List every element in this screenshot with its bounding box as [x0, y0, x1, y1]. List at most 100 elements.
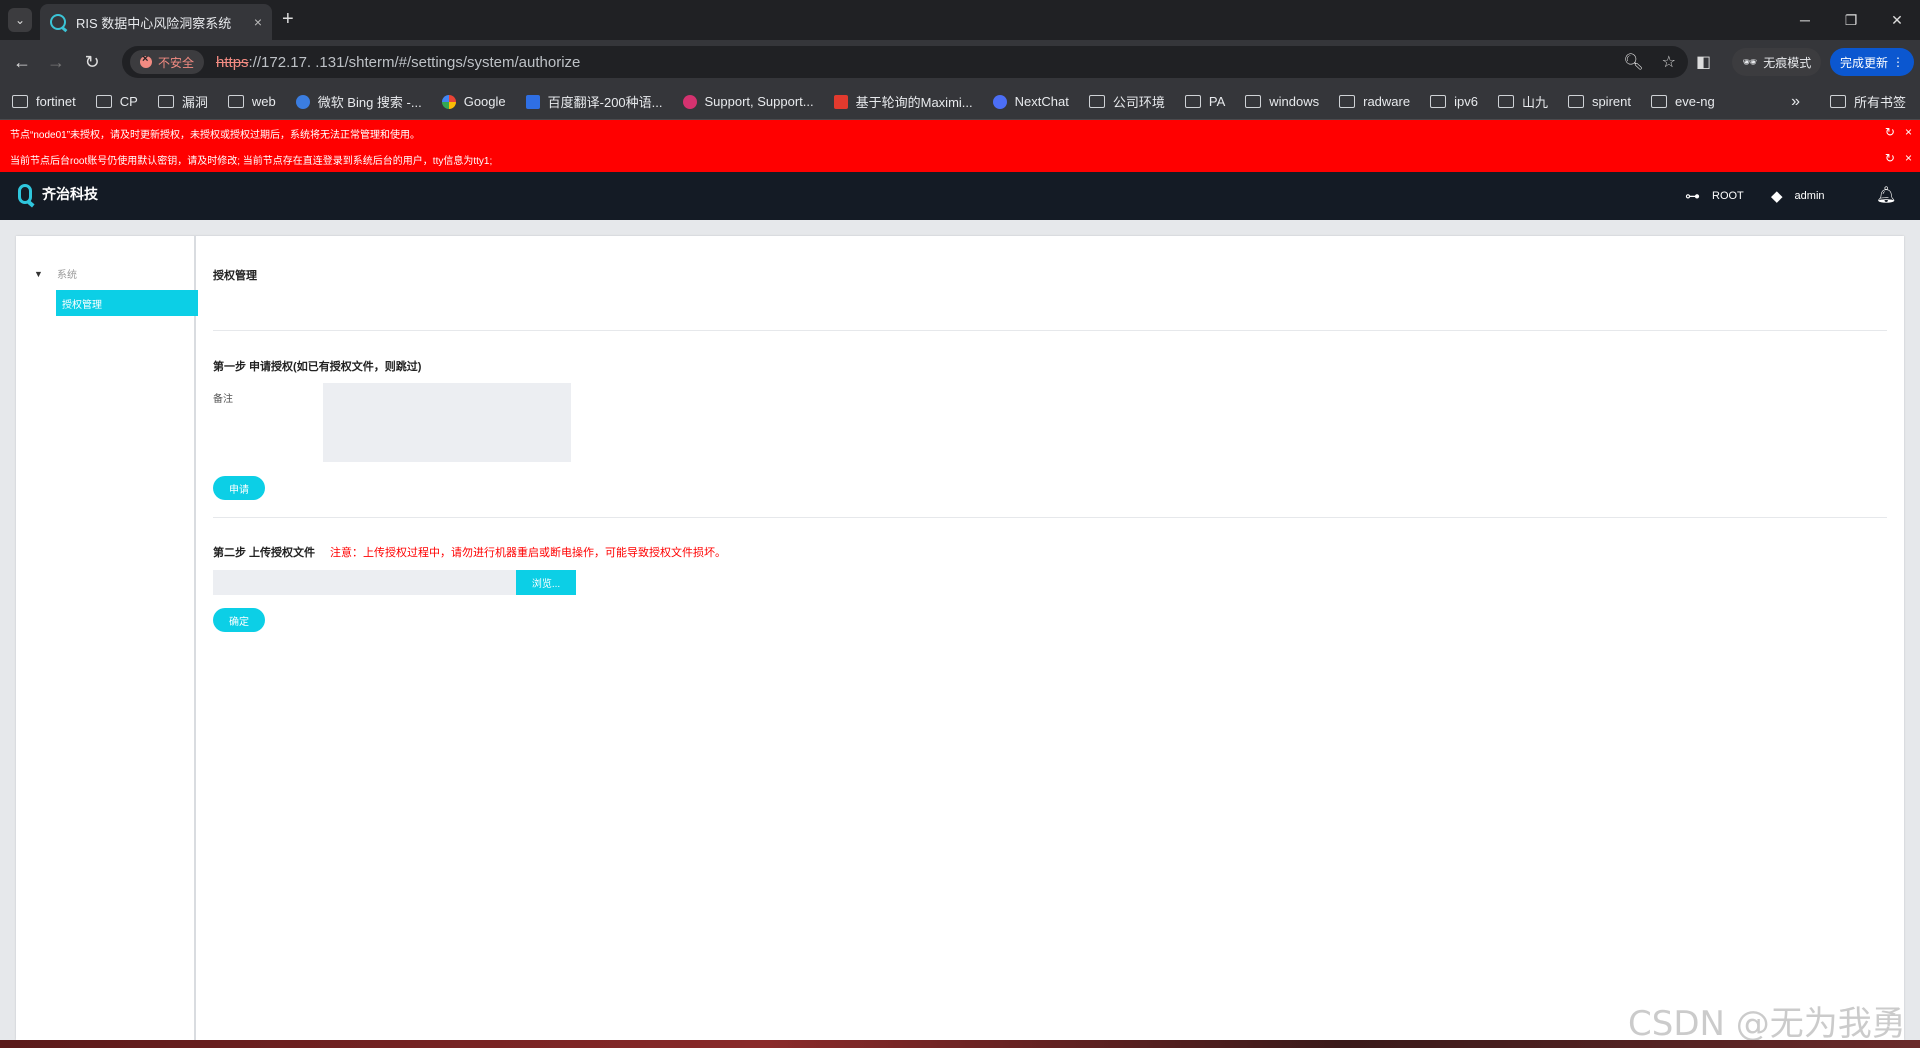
bookmark-item[interactable]: fortinet [12, 94, 76, 109]
folder-icon [157, 95, 174, 108]
incognito-badge[interactable]: 🕶︎ 无痕模式 [1732, 48, 1822, 76]
bookmark-label: 山九 [1521, 95, 1548, 110]
bookmark-item[interactable]: web [227, 94, 276, 109]
sidebar-group-system[interactable]: 系统 [57, 266, 77, 281]
update-button[interactable]: 完成更新 ⋮ [1830, 48, 1914, 76]
watermark: CSDN @无为我勇 [1628, 1004, 1906, 1044]
user-menu[interactable]: ◆ admin [1771, 187, 1825, 205]
window-controls: ─ ❐ ✕ [1782, 0, 1920, 40]
page-title: 授权管理 [213, 270, 257, 282]
incognito-icon: 🕶︎ [1742, 55, 1758, 69]
site-favicon-icon [50, 14, 66, 30]
bookmark-item[interactable]: 基于轮询的Maximi... [833, 92, 973, 111]
bookmark-item[interactable]: 山九 [1497, 92, 1548, 111]
logo-icon [18, 184, 32, 204]
incognito-label: 无痕模式 [1763, 55, 1812, 70]
reload-icon[interactable]: ↻ [80, 50, 104, 74]
bookmark-star-icon[interactable]: ☆ [1662, 52, 1676, 72]
bookmark-item[interactable]: Support, Support... [682, 94, 814, 109]
folder-icon [1650, 95, 1667, 108]
support-icon [682, 94, 697, 109]
bookmark-label: fortinet [36, 94, 76, 109]
alert-text: 节点“node01”未授权，请及时更新授权，未授权或授权过期后，系统将无法正常管… [10, 129, 421, 141]
confirm-button[interactable]: 确定 [213, 608, 265, 632]
bookmark-label: 公司环境 [1112, 95, 1165, 110]
bookmark-item[interactable]: 微软 Bing 搜索 -... [295, 92, 422, 111]
insecure-warning-icon [140, 53, 152, 68]
user-label: admin [1794, 190, 1825, 202]
app-logo[interactable]: 齐治科技 [18, 184, 98, 204]
bookmark-item[interactable]: radware [1339, 94, 1410, 109]
bookmark-label: Google [463, 94, 506, 109]
apply-button[interactable]: 申请 [213, 476, 265, 500]
bookmark-item[interactable]: 公司环境 [1088, 92, 1165, 111]
bookmark-label: 基于轮询的Maximi... [855, 95, 973, 110]
tab-title: RIS 数据中心风险洞察系统 [76, 15, 232, 31]
browser-toolbar: ← → ↻ 不安全 https://172.17. .131/shterm/#/… [0, 40, 1920, 84]
bookmark-item[interactable]: CP [95, 94, 138, 109]
bookmark-label: 微软 Bing 搜索 -... [317, 95, 422, 110]
bookmark-label: ipv6 [1454, 94, 1478, 109]
browse-button[interactable]: 浏览... [516, 570, 576, 595]
logo-text: 齐治科技 [42, 186, 98, 202]
alert-actions: ↻ × [1885, 126, 1912, 138]
all-bookmarks-button[interactable]: 所有书签 [1829, 92, 1906, 111]
file-path-input[interactable] [213, 570, 516, 595]
side-panel-icon[interactable]: ◧ [1696, 52, 1711, 72]
minimize-icon[interactable]: ─ [1782, 0, 1828, 40]
menu-dots-icon[interactable]: ⋮ [1892, 55, 1904, 69]
browser-tabbar: ⌄ RIS 数据中心风险洞察系统 × + ─ ❐ ✕ [0, 0, 1920, 40]
bookmark-item[interactable]: 百度翻译-200种语... [525, 92, 663, 111]
forward-arrow-icon[interactable]: → [44, 50, 68, 74]
bookmark-label: spirent [1591, 94, 1631, 109]
bookmark-item[interactable]: ipv6 [1430, 94, 1478, 109]
close-icon[interactable]: × [1905, 126, 1912, 138]
diamond-icon: ◆ [1771, 188, 1783, 205]
refresh-icon[interactable]: ↻ [1885, 126, 1895, 138]
bookmark-label: radware [1363, 94, 1411, 109]
bookmark-label: eve-ng [1674, 94, 1715, 109]
page-container: ▼ 系统 授权管理 授权管理 第一步 申请授权(如已有授权文件，则跳过) 备注 … [16, 236, 1904, 1040]
tab-search-chevron-icon[interactable]: ⌄ [8, 8, 32, 32]
alert-text: 当前节点后台root账号仍使用默认密钥，请及时修改; 当前节点存在直连登录到系统… [10, 155, 493, 167]
bookmark-item[interactable]: eve-ng [1650, 94, 1715, 109]
bookmark-label: Support, Support... [704, 94, 814, 109]
back-arrow-icon[interactable]: ← [10, 50, 34, 74]
caret-down-icon[interactable]: ▼ [34, 269, 43, 279]
folder-icon [1184, 95, 1201, 108]
tab-close-icon[interactable]: × [254, 14, 262, 30]
bell-icon[interactable]: 🔔︎ [1876, 185, 1896, 205]
main-content: 授权管理 第一步 申请授权(如已有授权文件，则跳过) 备注 申请 第二步 上传授… [213, 236, 1893, 1040]
sidebar-item-authorize[interactable]: 授权管理 [56, 290, 198, 316]
sitemap-icon: ⊶ [1685, 188, 1700, 205]
security-alert: 当前节点后台root账号仍使用默认密钥，请及时修改; 当前节点存在直连登录到系统… [0, 146, 1920, 172]
bookmark-item[interactable]: 漏洞 [157, 92, 208, 111]
bookmark-label: web [251, 94, 276, 109]
divider [213, 517, 1887, 518]
more-bookmarks-chevron-icon[interactable]: » [1791, 93, 1800, 111]
bookmark-item[interactable]: NextChat [992, 94, 1069, 109]
bookmark-label: 漏洞 [181, 95, 208, 110]
note-label: 备注 [213, 394, 233, 405]
note-textarea[interactable] [323, 383, 571, 462]
url-text[interactable]: https://172.17. .131/shterm/#/settings/s… [216, 54, 580, 71]
security-indicator[interactable]: 不安全 [130, 50, 205, 74]
bookmark-item[interactable]: spirent [1567, 94, 1631, 109]
new-tab-button[interactable]: + [282, 9, 294, 29]
bookmark-item[interactable]: windows [1245, 94, 1319, 109]
zoom-icon[interactable]: 🔍︎ [1623, 52, 1643, 72]
bookmark-item[interactable]: Google [441, 94, 506, 109]
refresh-icon[interactable]: ↻ [1885, 152, 1895, 164]
bookmark-label: 百度翻译-200种语... [547, 95, 663, 110]
node-selector[interactable]: ⊶ ROOT [1685, 187, 1744, 205]
close-window-icon[interactable]: ✕ [1874, 0, 1920, 40]
divider [213, 330, 1887, 331]
step1-title: 第一步 申请授权(如已有授权文件，则跳过) [213, 361, 422, 373]
bookmark-item[interactable]: PA [1184, 94, 1225, 109]
address-bar[interactable]: 不安全 https://172.17. .131/shterm/#/settin… [122, 46, 1688, 78]
browser-tab[interactable]: RIS 数据中心风险洞察系统 × [40, 4, 272, 40]
restore-icon[interactable]: ❐ [1828, 0, 1874, 40]
sidebar: ▼ 系统 授权管理 [16, 236, 198, 1040]
url-scheme: https [216, 53, 249, 71]
close-icon[interactable]: × [1905, 152, 1912, 164]
